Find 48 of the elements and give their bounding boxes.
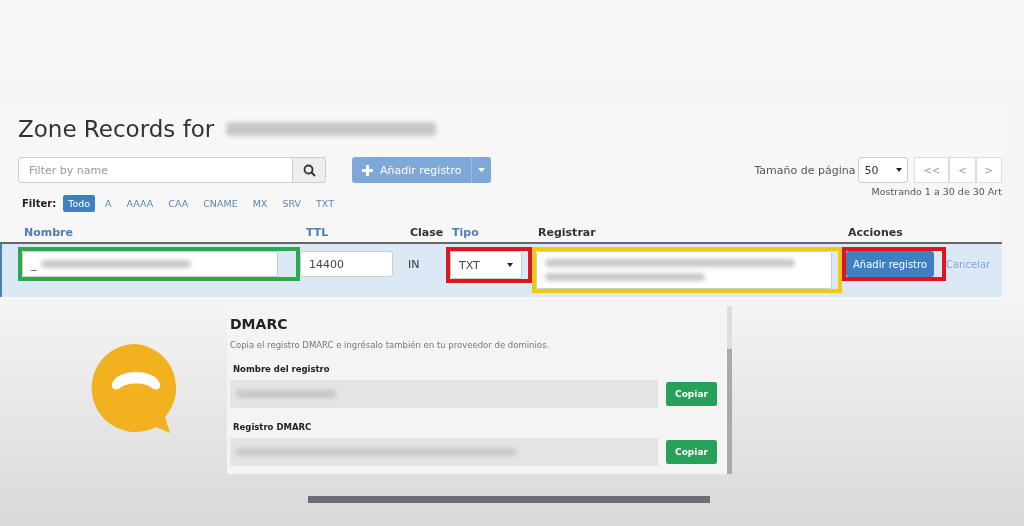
- column-header: Clase: [409, 225, 445, 239]
- filter-field[interactable]: Filter by name: [18, 157, 293, 183]
- name-field[interactable]: _: [22, 251, 278, 277]
- record-field[interactable]: [536, 251, 832, 289]
- filter-tab[interactable]: AAAA: [121, 194, 159, 212]
- pager-button[interactable]: <: [949, 157, 976, 183]
- copy-button[interactable]: Copiar: [666, 440, 717, 464]
- record-value-field[interactable]: [230, 438, 658, 466]
- record-value-field[interactable]: [230, 380, 658, 408]
- filter-tab[interactable]: Todo: [63, 194, 96, 212]
- filter-tab[interactable]: SRV: [277, 194, 306, 212]
- caret-icon: [507, 263, 513, 267]
- results-count: Mostrando 1 a 30 de 30 Art: [871, 186, 1002, 197]
- dropdown-button[interactable]: [471, 157, 492, 183]
- column-header: Registrar: [537, 225, 597, 239]
- scrollbar[interactable]: [308, 496, 710, 503]
- cancel-link[interactable]: Cancelar: [946, 259, 1002, 270]
- caret-icon: [896, 168, 903, 172]
- card-title: DMARC: [230, 316, 289, 332]
- filter-tab[interactable]: A: [100, 194, 117, 212]
- page-size-label: Tamaño de página: [754, 163, 856, 177]
- caret-icon: [478, 168, 486, 172]
- filter-tab[interactable]: MX: [247, 194, 273, 212]
- page-title: Zone Records for: [18, 116, 215, 142]
- page-size-select[interactable]: 50: [858, 157, 909, 183]
- card-description: Copia el registro DMARC e ingrésalo también en tu proveedor de dominios.: [230, 340, 551, 350]
- filter-label: Filter:: [22, 197, 57, 209]
- field-label: Registro DMARC: [233, 422, 313, 432]
- filter-tab[interactable]: CNAME: [198, 194, 243, 212]
- search-button[interactable]: [293, 157, 326, 183]
- pager-button[interactable]: >: [975, 157, 1002, 183]
- pager-button[interactable]: <<: [914, 157, 950, 183]
- column-header[interactable]: TTL: [300, 225, 404, 239]
- column-header: Acciones: [847, 225, 904, 239]
- ttl-field[interactable]: 14400: [300, 251, 393, 277]
- class-value: IN: [407, 258, 421, 271]
- plus-icon: [362, 164, 373, 176]
- add-record-button[interactable]: Añadir registro: [352, 157, 472, 183]
- search-icon: [302, 163, 316, 177]
- type-select[interactable]: TXT: [450, 251, 522, 279]
- add-record-button[interactable]: Añadir registro: [846, 251, 935, 277]
- column-header[interactable]: Tipo: [446, 225, 532, 239]
- filter-tab[interactable]: TXT: [311, 194, 339, 212]
- filter-tab[interactable]: CAA: [163, 194, 194, 212]
- copy-button[interactable]: Copiar: [666, 382, 717, 406]
- scrollbar[interactable]: [727, 306, 732, 474]
- column-header[interactable]: Nombre: [18, 225, 300, 239]
- field-label: Nombre del registro: [233, 364, 331, 374]
